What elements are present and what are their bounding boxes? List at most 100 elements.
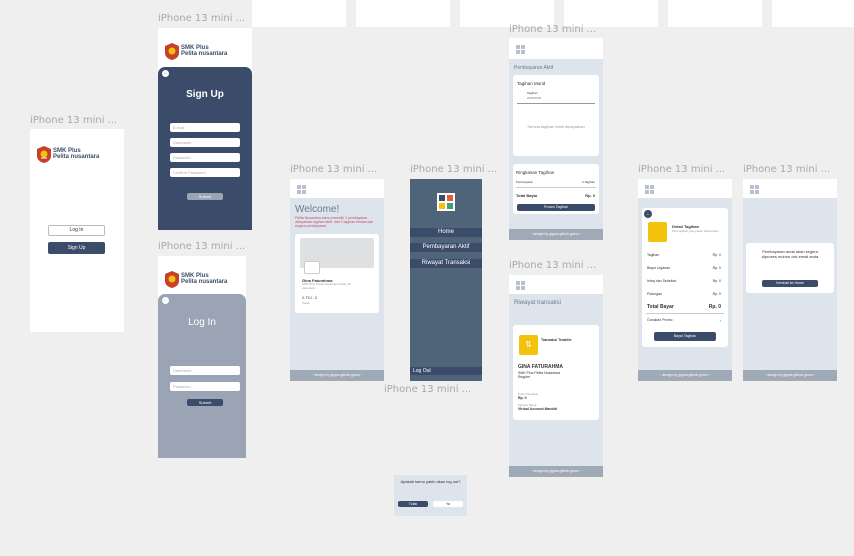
pembayaran-title: Pembayaran Aktif <box>514 65 554 71</box>
frame-label: iPhone 13 mini ... <box>30 115 118 126</box>
transaksi-total-value: Rp. 0 <box>518 396 527 400</box>
dialog-no-button[interactable]: Tidak <box>398 501 428 507</box>
logout-button[interactable]: Log Out <box>410 367 482 375</box>
frame-blank-3 <box>460 0 554 27</box>
back-arrow-icon[interactable]: ← <box>162 70 169 77</box>
school-logo-icon <box>165 271 179 288</box>
menu-grid-icon[interactable] <box>516 281 525 290</box>
frame-label: iPhone 13 mini ... <box>158 13 246 24</box>
confirm-password-field[interactable]: Confirm Password <box>170 168 240 177</box>
divider <box>517 103 595 104</box>
pembayaran-footer: ~ design by gigms.github.gmon ~ <box>509 229 603 240</box>
back-arrow-icon[interactable]: ← <box>644 210 652 218</box>
ringkasan-row-value: 0 Tagihan <box>582 180 595 184</box>
password-field[interactable]: Password <box>170 382 240 391</box>
frame-sukses: Pembayaran anda akan segera diproses moh… <box>743 179 837 381</box>
frame-blank-2 <box>356 0 450 27</box>
detail-total-label: Total Bayar <box>647 304 674 310</box>
school-logo-icon <box>37 146 51 163</box>
frame-blank-1 <box>252 0 346 27</box>
detail-card: ← Detail Tagihan Pilih tagihan yang akan… <box>642 208 728 347</box>
frame-label: iPhone 13 mini ... <box>743 164 831 175</box>
signup-button[interactable]: Sign Up <box>48 242 105 254</box>
detail-row-label: Infaq dan Sedekah <box>647 279 677 283</box>
divider <box>516 187 596 188</box>
class-sublabel: Kelas <box>302 301 310 305</box>
username-field[interactable]: Username <box>170 366 240 375</box>
menu-grid-icon[interactable] <box>645 185 654 194</box>
design-canvas: iPhone 13 mini ... SMK Plus Pelita nusant… <box>0 0 854 556</box>
detail-row-value: Rp. 0 <box>712 279 721 283</box>
login-button[interactable]: Log In <box>48 225 105 236</box>
divider <box>646 313 724 314</box>
tagihan-year: 2025/2026 <box>527 96 542 100</box>
frame-menu: Home Pembayaran Aktif Riwayat Transaksi … <box>410 179 482 381</box>
frame-label: iPhone 13 mini ... <box>509 24 597 35</box>
home-footer: ~ design by gigms.github.gmon ~ <box>290 370 384 381</box>
detail-row-value: Rp. 0 <box>712 292 721 296</box>
transaksi-card: ⇅ Transaksi Terakhir GINA FATURAHMA SMK … <box>513 325 599 420</box>
detail-row-label: Tagihan <box>647 253 660 257</box>
welcome-heading: Welcome! <box>295 204 340 215</box>
brand-name: SMK Plus Pelita nusantara <box>181 45 228 57</box>
menu-item-riwayat[interactable]: Riwayat Transaksi <box>410 259 482 268</box>
tagihan-label: Tagihan <box>527 91 538 95</box>
frame-label: iPhone 13 mini ... <box>509 260 597 271</box>
frame-signup: SMK Plus Pelita nusantara ← Sign Up E-mai… <box>158 28 252 230</box>
signup-submit-button[interactable]: Submit <box>187 193 223 200</box>
transfer-icon: ⇅ <box>519 335 538 355</box>
frame-label: iPhone 13 mini ... <box>384 384 472 395</box>
login-submit-button[interactable]: Submit <box>187 399 223 406</box>
frame-landing: SMK Plus Pelita nusantara Log In Sign Up <box>30 129 124 332</box>
bayar-tagihan-button[interactable]: Bayar Tagihan <box>654 332 716 341</box>
riwayat-title: Riwayat transaksi <box>514 300 562 306</box>
transaksi-card-title: Transaksi Terakhir <box>541 338 572 342</box>
menu-grid-icon[interactable] <box>516 45 525 54</box>
payment-menu-icon <box>437 193 455 211</box>
menu-grid-icon[interactable] <box>750 185 759 194</box>
student-card: Gina Faturahma SMK Plus Pelita Nusantara… <box>295 234 379 313</box>
sukses-footer: ~ design by gigms.github.gmon ~ <box>743 370 837 381</box>
menu-item-pembayaran[interactable]: Pembayaran Aktif <box>410 243 482 252</box>
brand-name: SMK Plus Pelita nusantara <box>181 273 228 285</box>
back-arrow-icon[interactable]: ← <box>162 297 169 304</box>
welcome-subtext: Pelita Nusantara kamu memiliki 2 pembaya… <box>295 216 374 228</box>
transaksi-method-value: Virtual Account Mandiri <box>518 407 558 411</box>
email-field[interactable]: E-mail <box>170 123 240 132</box>
transaksi-school-sub: Reguler <box>518 375 531 379</box>
detail-row-value: Rp. 0 <box>712 266 721 270</box>
chevron-right-icon[interactable]: › <box>720 318 721 323</box>
total-label: Total Bayar <box>516 193 538 198</box>
sukses-card: Pembayaran anda akan segera diproses moh… <box>746 243 834 293</box>
tagihan-empty-text: Semua tagihan telah dibayarkan <box>527 124 585 129</box>
total-value: Rp. 0 <box>585 193 595 198</box>
login-panel: ← Log In Username Password Submit <box>158 294 246 458</box>
menu-grid-icon[interactable] <box>297 185 306 194</box>
frame-home: Welcome! Pelita Nusantara kamu memiliki … <box>290 179 384 381</box>
username-field[interactable]: Username <box>170 138 240 147</box>
logout-dialog: Apakah kamu yakin akan log out? Tidak Ya <box>394 475 467 516</box>
frame-login: SMK Plus Pelita nusantara ← Log In Userna… <box>158 256 246 458</box>
avatar <box>304 261 320 274</box>
frame-label: iPhone 13 mini ... <box>158 241 246 252</box>
ringkasan-row-label: Pembayaran <box>516 180 534 184</box>
dialog-yes-button[interactable]: Ya <box>433 501 463 507</box>
signup-panel: ← Sign Up E-mail Username Password Confi… <box>158 67 252 230</box>
promo-link[interactable]: Gunakan Promo <box>647 318 673 322</box>
sukses-message: Pembayaran anda akan segera diproses moh… <box>761 249 819 259</box>
detail-row-label: Biaya Layanan <box>647 266 671 270</box>
tagihan-section-title: Tagihan Murid <box>517 81 546 86</box>
kembali-home-button[interactable]: Kembali ke Home <box>762 280 818 287</box>
detail-badge-icon <box>648 222 667 242</box>
detail-total-value: Rp. 0 <box>708 304 721 310</box>
password-field[interactable]: Password <box>170 153 240 162</box>
proses-tagihan-button[interactable]: Proses Tagihan <box>517 204 595 211</box>
frame-detail: ← Detail Tagihan Pilih tagihan yang akan… <box>638 179 732 381</box>
ringkasan-card: Ringkasan Tagihan Pembayaran 0 Tagihan T… <box>513 164 599 214</box>
class-label: X-TKJ - 3 <box>302 296 317 300</box>
brand-name: SMK Plus Pelita nusantara <box>53 148 100 160</box>
ringkasan-title: Ringkasan Tagihan <box>516 170 555 175</box>
student-info: SMK Plus Pelita Nusantara Kelas XII - Ak… <box>302 282 353 290</box>
menu-item-home[interactable]: Home <box>410 228 482 237</box>
frame-blank-4 <box>564 0 658 27</box>
